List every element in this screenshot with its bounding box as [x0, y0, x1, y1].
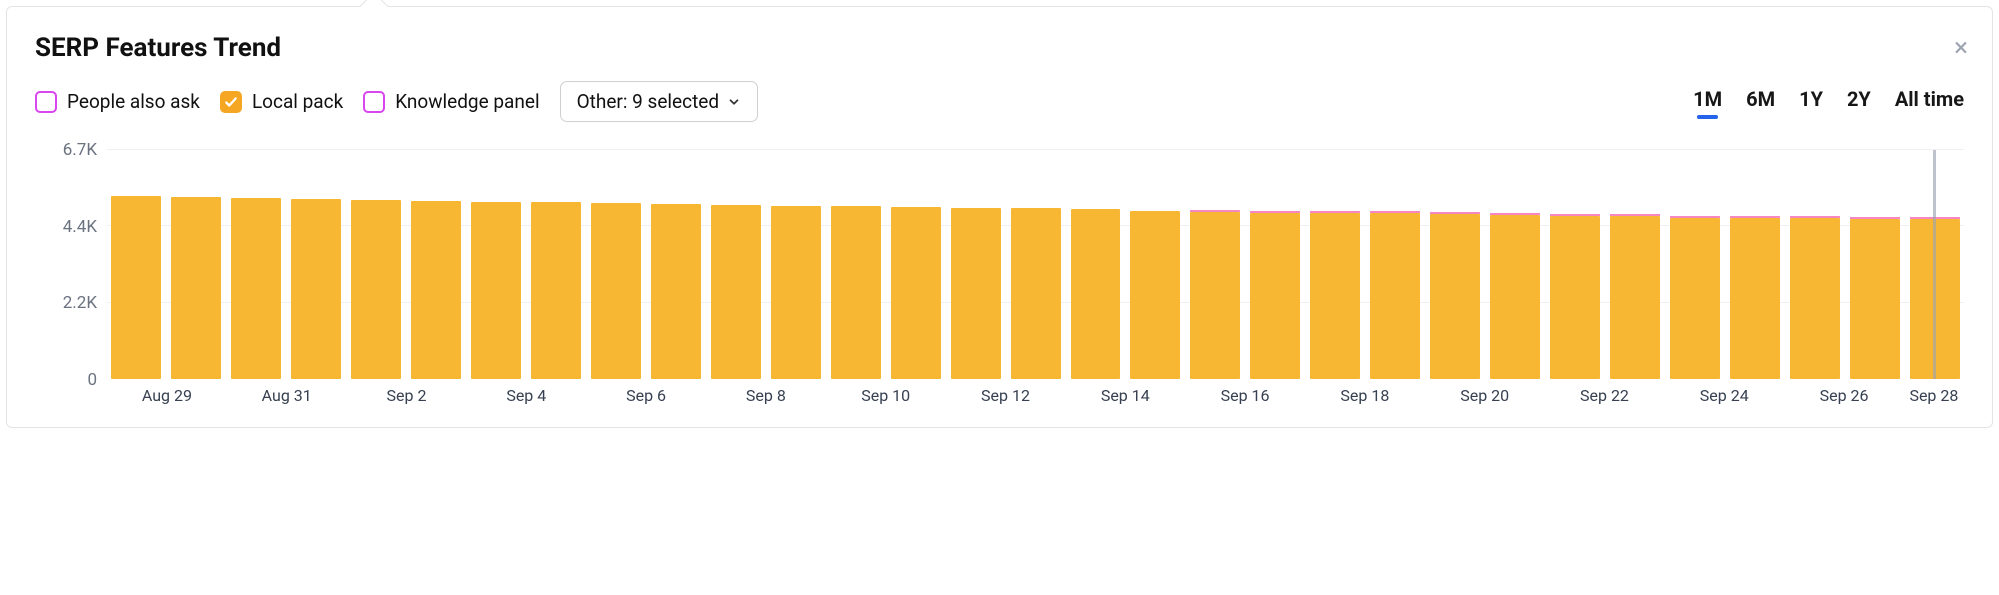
dropdown-label: Other: 9 selected [577, 90, 720, 113]
chart-bar[interactable] [1130, 211, 1180, 380]
x-tick-label: Sep 6 [586, 386, 706, 405]
checkbox-icon [363, 91, 385, 113]
x-tick-label: Aug 31 [227, 386, 347, 405]
filter-local-pack[interactable]: Local pack [220, 90, 343, 113]
chart-bar[interactable] [111, 196, 161, 379]
x-tick-label: Sep 26 [1784, 386, 1904, 405]
chart-bar[interactable] [1670, 218, 1720, 379]
x-tick-label: Sep 24 [1664, 386, 1784, 405]
x-tick-label: Sep 20 [1425, 386, 1545, 405]
chart-bar[interactable] [1310, 213, 1360, 379]
x-tick-label: Sep 28 [1904, 386, 1964, 405]
other-filters-dropdown[interactable]: Other: 9 selected [560, 81, 759, 122]
page-title: SERP Features Trend [35, 33, 1964, 63]
filter-people-also-ask[interactable]: People also ask [35, 90, 200, 113]
notch-indicator [360, 0, 388, 20]
x-tick-label: Sep 18 [1305, 386, 1425, 405]
chart-bar[interactable] [711, 205, 761, 379]
chart-bars [107, 150, 1964, 379]
filter-label: People also ask [67, 90, 200, 113]
chart-bar[interactable] [831, 206, 881, 379]
x-tick-label: Sep 4 [466, 386, 586, 405]
chevron-down-icon [727, 95, 741, 109]
chart-bar[interactable] [531, 202, 581, 379]
chart-bar[interactable] [351, 200, 401, 379]
range-tab-6m[interactable]: 6M [1746, 87, 1775, 117]
bar-cap-accent [1430, 212, 1480, 214]
chart-bar[interactable] [891, 207, 941, 379]
chart-bar[interactable] [291, 199, 341, 379]
series-filters: People also ask Local pack Knowledge pan… [35, 81, 758, 122]
bar-cap-accent [1850, 217, 1900, 219]
x-tick-label: Sep 22 [1545, 386, 1665, 405]
bar-cap-accent [1190, 210, 1240, 212]
chart-bar[interactable] [1730, 218, 1780, 379]
bar-cap-accent [1370, 211, 1420, 213]
chart-bar[interactable] [591, 203, 641, 379]
x-tick-label: Aug 29 [107, 386, 227, 405]
chart-bar[interactable] [1250, 213, 1300, 379]
bar-cap-accent [1610, 214, 1660, 216]
x-axis: Aug 29Aug 31Sep 2Sep 4Sep 6Sep 8Sep 10Se… [107, 386, 1964, 405]
filter-knowledge-panel[interactable]: Knowledge panel [363, 90, 539, 113]
filter-label: Local pack [252, 90, 343, 113]
controls-row: People also ask Local pack Knowledge pan… [35, 81, 1964, 122]
checkbox-checked-icon [220, 91, 242, 113]
chart-bar[interactable] [1490, 215, 1540, 379]
x-tick-label: Sep 16 [1185, 386, 1305, 405]
chart-bar[interactable] [951, 208, 1001, 379]
x-tick-label: Sep 14 [1065, 386, 1185, 405]
bar-cap-accent [1490, 213, 1540, 215]
chart-bar[interactable] [1071, 209, 1121, 379]
bar-cap-accent [1550, 214, 1600, 216]
bar-cap-accent [1310, 211, 1360, 213]
bar-cap-accent [1790, 216, 1840, 218]
y-axis: 02.2K4.4K6.7K [35, 150, 107, 380]
chart-bar[interactable] [651, 204, 701, 379]
chart-bar[interactable] [1370, 213, 1420, 379]
bar-cap-accent [1910, 217, 1960, 219]
chart-bar[interactable] [771, 206, 821, 379]
chart-bar[interactable] [171, 197, 221, 379]
close-button[interactable]: × [1954, 35, 1968, 61]
chart-bar[interactable] [411, 201, 461, 379]
chart-bar[interactable] [1850, 219, 1900, 379]
chart-bar[interactable] [471, 202, 521, 379]
x-tick-label: Sep 8 [706, 386, 826, 405]
chart-area: 02.2K4.4K6.7K [35, 150, 1964, 380]
bar-cap-accent [1670, 216, 1720, 218]
chart-bar[interactable] [1910, 219, 1960, 379]
y-tick-label: 4.4K [63, 217, 97, 237]
serp-features-trend-card: SERP Features Trend × People also ask Lo… [6, 6, 1993, 428]
x-tick-label: Sep 12 [946, 386, 1066, 405]
y-tick-label: 2.2K [63, 293, 97, 313]
range-tab-all-time[interactable]: All time [1895, 87, 1964, 117]
chart-bar[interactable] [1011, 208, 1061, 379]
time-range-tabs: 1M 6M 1Y 2Y All time [1693, 87, 1964, 117]
x-tick-label: Sep 2 [347, 386, 467, 405]
chart-plot[interactable] [107, 150, 1964, 380]
range-tab-1y[interactable]: 1Y [1799, 87, 1823, 117]
chart-bar[interactable] [1790, 218, 1840, 379]
chart-bar[interactable] [1610, 216, 1660, 379]
x-tick-label: Sep 10 [826, 386, 946, 405]
range-tab-2y[interactable]: 2Y [1847, 87, 1871, 117]
bar-cap-accent [1250, 211, 1300, 213]
range-tab-1m[interactable]: 1M [1693, 87, 1722, 117]
chart-bar[interactable] [1550, 216, 1600, 379]
y-tick-label: 0 [87, 370, 97, 390]
bar-cap-accent [1730, 216, 1780, 218]
y-tick-label: 6.7K [63, 140, 97, 160]
chart-bar[interactable] [1190, 212, 1240, 379]
filter-label: Knowledge panel [395, 90, 539, 113]
close-icon: × [1954, 33, 1968, 63]
checkbox-icon [35, 91, 57, 113]
chart-bar[interactable] [231, 198, 281, 379]
chart-bar[interactable] [1430, 214, 1480, 379]
